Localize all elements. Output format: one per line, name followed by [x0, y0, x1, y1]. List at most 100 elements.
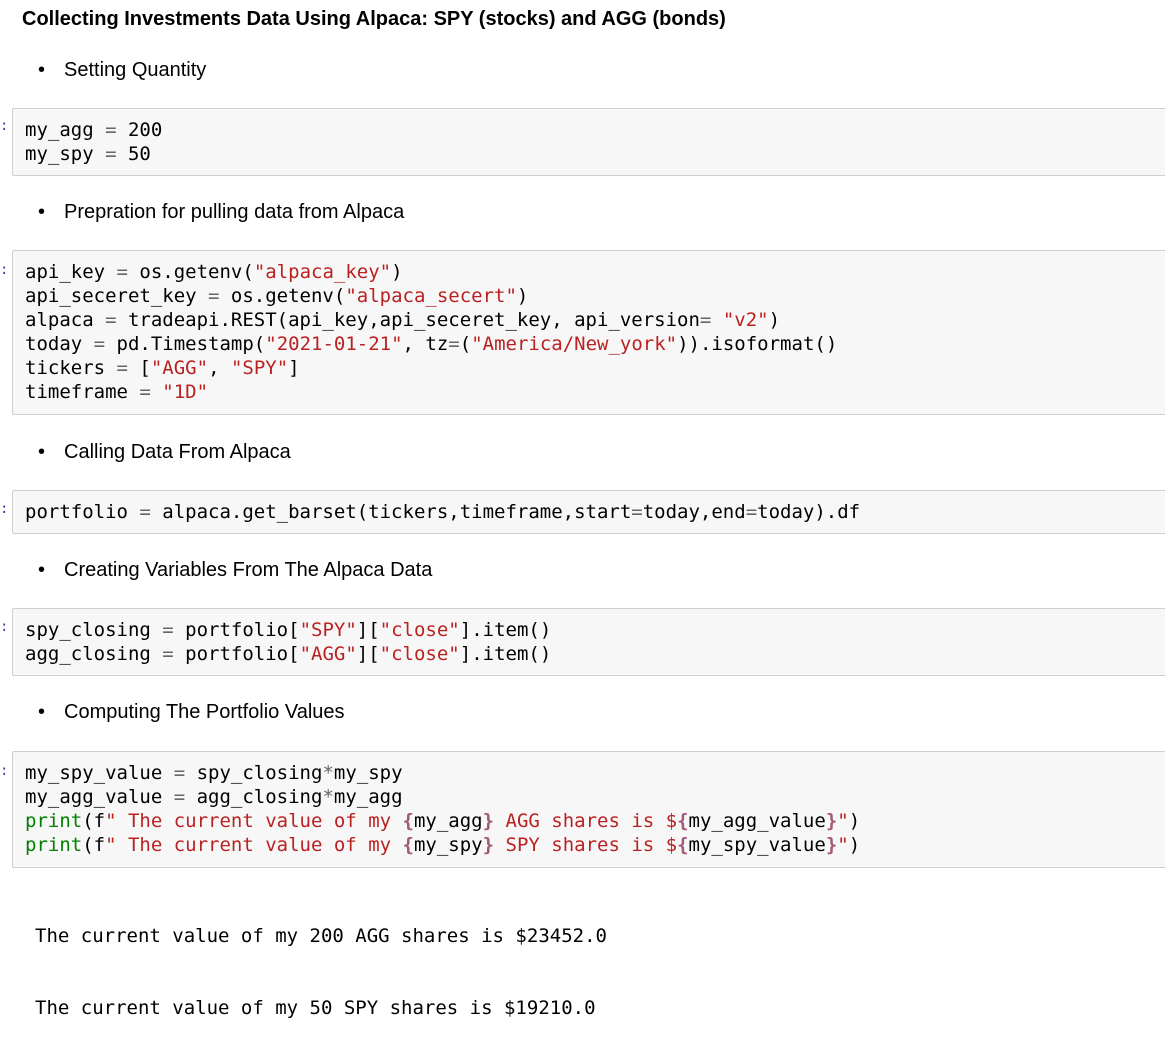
code-token: print [25, 834, 83, 856]
code-token: } [482, 810, 495, 832]
code-token: 200 [116, 119, 163, 141]
code-token: "alpaca_secert" [345, 285, 517, 307]
code-token: ].item() [459, 643, 552, 665]
notebook-title: Collecting Investments Data Using Alpaca… [22, 8, 726, 30]
code-token: { [677, 810, 689, 832]
code-token: " [837, 810, 849, 832]
code-token: * [322, 762, 334, 784]
code-token: "SPY" [299, 619, 357, 641]
code-cell-computing[interactable]: my_spy_value = spy_closing*my_spy my_agg_… [12, 751, 1165, 868]
code-token: os.getenv( [127, 261, 254, 283]
code-token: ) [516, 285, 529, 307]
code-token: "close" [379, 619, 460, 641]
code-token: )).isoformat() [677, 333, 838, 355]
code-token: api_key [25, 261, 117, 283]
code-token: = [162, 619, 174, 641]
code-token: = [173, 786, 186, 808]
code-token: my_agg_value [688, 810, 826, 832]
code-token: = [208, 285, 220, 307]
code-line: tickers = ["AGG", "SPY"] [25, 356, 1165, 380]
code-token: (f [82, 810, 106, 832]
code-token: my_spy [413, 834, 483, 856]
code-token: "America/New_york" [471, 333, 678, 355]
section-heading: Calling Data From Alpaca [64, 441, 291, 463]
section-heading: Computing The Portfolio Values [64, 701, 345, 723]
code-token: " [837, 834, 849, 856]
code-token: "2021-01-21" [265, 333, 403, 355]
code-line: spy_closing = portfolio["SPY"]["close"].… [25, 618, 1165, 642]
code-token: agg_closing [25, 643, 163, 665]
code-token: = [631, 501, 643, 523]
code-token: ) [848, 810, 861, 832]
bullet-dot: • [38, 59, 46, 81]
cell-prompt: : [0, 262, 9, 278]
code-token: today).df [757, 501, 861, 523]
code-token: portfolio [25, 501, 140, 523]
code-token: = [93, 333, 106, 355]
code-token: ) [391, 261, 403, 283]
code-line: timeframe = "1D" [25, 380, 1165, 404]
output-line-spy: The current value of my 50 SPY shares is… [35, 997, 596, 1019]
bullet-dot: • [38, 441, 46, 463]
code-token: my_agg [413, 810, 483, 832]
code-editor[interactable]: spy_closing = portfolio["SPY"]["close"].… [13, 618, 1165, 666]
code-token: "SPY" [230, 357, 289, 379]
code-token: "alpaca_key" [253, 261, 392, 283]
bullet-dot: • [38, 559, 46, 581]
code-token: = [105, 143, 117, 165]
code-token: = [745, 501, 758, 523]
code-cell-variables[interactable]: spy_closing = portfolio["SPY"]["close"].… [12, 608, 1165, 676]
code-line: alpaca = tradeapi.REST(api_key,api_secer… [25, 308, 1165, 332]
bullet-dot: • [38, 701, 46, 723]
code-token: * [322, 786, 334, 808]
code-token: "v2" [722, 309, 769, 331]
code-editor[interactable]: my_spy_value = spy_closing*my_spy my_agg_… [13, 761, 1165, 857]
code-token: [ [127, 357, 151, 379]
code-line: print(f" The current value of my {my_agg… [25, 809, 1165, 833]
code-token: today,end [642, 501, 746, 523]
code-token: pd.Timestamp( [105, 333, 266, 355]
code-token: } [825, 834, 838, 856]
code-token: alpaca.get_barset(tickers,timeframe,star… [150, 501, 632, 523]
code-token: ( [459, 333, 472, 355]
code-token: portfolio[ [173, 643, 300, 665]
code-token: agg_closing [185, 786, 323, 808]
code-token: } [482, 834, 495, 856]
code-line: today = pd.Timestamp("2021-01-21", tz=("… [25, 332, 1165, 356]
code-line: portfolio = alpaca.get_barset(tickers,ti… [25, 500, 1165, 524]
output-line-agg: The current value of my 200 AGG shares i… [35, 925, 607, 947]
code-line: api_seceret_key = os.getenv("alpaca_sece… [25, 284, 1165, 308]
code-token: tradeapi.REST(api_key,api_seceret_key, a… [116, 309, 700, 331]
code-line: my_agg = 200 [25, 118, 1165, 142]
code-token: portfolio[ [173, 619, 300, 641]
cell-prompt: : [0, 619, 9, 635]
code-cell-preparation[interactable]: api_key = os.getenv("alpaca_key") api_sec… [12, 250, 1165, 415]
code-cell-calling-data[interactable]: portfolio = alpaca.get_barset(tickers,ti… [12, 490, 1165, 534]
code-token: ) [768, 309, 781, 331]
code-editor[interactable]: my_agg = 200 my_spy = 50 [13, 118, 1165, 166]
code-token: tickers [25, 357, 117, 379]
code-editor[interactable]: portfolio = alpaca.get_barset(tickers,ti… [13, 500, 1165, 524]
code-token: { [402, 810, 414, 832]
code-token: (f [82, 834, 106, 856]
code-token: "AGG" [299, 643, 357, 665]
code-token: my_spy_value [25, 762, 174, 784]
code-token: ][ [356, 619, 380, 641]
cell-output: The current value of my 200 AGG shares i… [35, 876, 607, 1044]
code-token: SPY shares is $ [494, 834, 678, 856]
code-line: agg_closing = portfolio["AGG"]["close"].… [25, 642, 1165, 666]
code-token: = [105, 119, 117, 141]
code-token: { [402, 834, 414, 856]
code-token: ].item() [459, 619, 552, 641]
code-editor[interactable]: api_key = os.getenv("alpaca_key") api_sec… [13, 260, 1165, 404]
code-token: = [139, 381, 151, 403]
code-token: " The current value of my [105, 810, 403, 832]
code-token: "close" [379, 643, 460, 665]
code-line: my_agg_value = agg_closing*my_agg [25, 785, 1165, 809]
code-token: my_agg [333, 786, 403, 808]
code-cell-quantity[interactable]: my_agg = 200 my_spy = 50 [12, 108, 1165, 176]
code-token: = [116, 357, 128, 379]
code-line: print(f" The current value of my {my_spy… [25, 833, 1165, 857]
